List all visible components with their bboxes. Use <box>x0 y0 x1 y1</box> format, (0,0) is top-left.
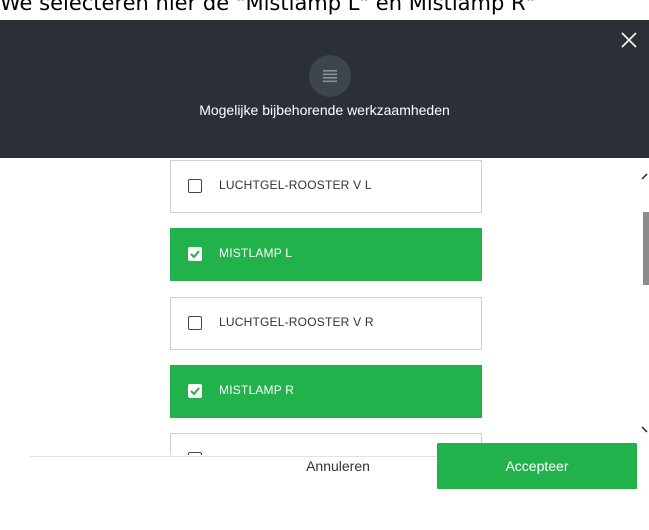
checkbox[interactable] <box>188 179 202 193</box>
list-item-label: MISTLAMP R <box>219 383 295 397</box>
checkbox[interactable] <box>188 452 202 455</box>
check-icon <box>190 387 200 396</box>
list-item[interactable]: LUCHTGEL-ROOSTER V L <box>170 160 482 213</box>
dialog-header: Mogelijke bijbehorende werkzaamheden <box>0 20 649 158</box>
checkbox[interactable] <box>188 384 202 398</box>
list-icon <box>309 55 351 97</box>
list-item[interactable]: LUCHTGEL-ROOSTER V R <box>170 297 482 350</box>
dialog-title: Mogelijke bijbehorende werkzaamheden <box>199 102 450 118</box>
scrollbar-thumb[interactable] <box>643 212 649 285</box>
list-item-label: MISTLAMP L <box>219 246 293 260</box>
scroll-up-arrow-icon[interactable] <box>641 172 649 184</box>
cancel-button[interactable]: Annuleren <box>275 451 401 481</box>
accept-button[interactable]: Accepteer <box>437 443 637 489</box>
list-item[interactable]: MISTLAMP L <box>170 228 482 281</box>
caption-text: We selecteren hier de "Mistlamp L" en Mi… <box>0 0 536 15</box>
list-item-label: LUCHTGEL-ROOSTER V R <box>219 315 374 329</box>
list-item-label: LUCHTGEL-ROOSTER V L <box>219 178 372 192</box>
task-list: LUCHTGEL-ROOSTER V L MISTLAMP L LUCHTGEL… <box>170 160 482 455</box>
checkbox[interactable] <box>188 316 202 330</box>
close-icon[interactable] <box>620 31 638 49</box>
checkbox[interactable] <box>188 247 202 261</box>
check-icon <box>190 250 200 259</box>
list-item[interactable]: MISTLAMP R <box>170 365 482 418</box>
scroll-down-arrow-icon[interactable] <box>641 423 649 435</box>
